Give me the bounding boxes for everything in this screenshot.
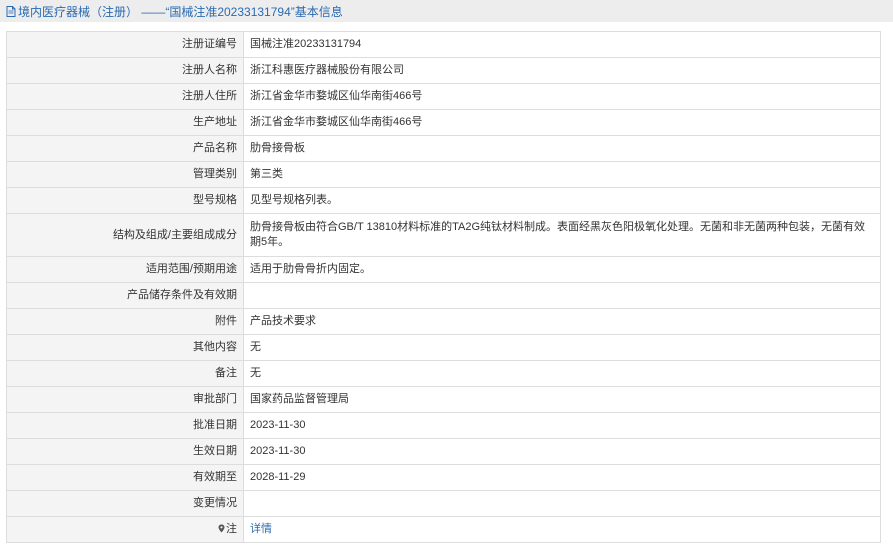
table-row: 适用范围/预期用途 适用于肋骨骨折内固定。 <box>6 256 881 283</box>
field-label: 管理类别 <box>6 161 244 188</box>
field-label: 结构及组成/主要组成成分 <box>6 213 244 257</box>
table-row: 有效期至 2028-11-29 <box>6 464 881 491</box>
field-value: 2023-11-30 <box>243 412 881 439</box>
field-label: 生产地址 <box>6 109 244 136</box>
field-label: 注册人住所 <box>6 83 244 110</box>
field-label: 注册人名称 <box>6 57 244 84</box>
table-row: 批准日期 2023-11-30 <box>6 412 881 439</box>
field-label: 审批部门 <box>6 386 244 413</box>
field-value: 2028-11-29 <box>243 464 881 491</box>
table-row: 注册证编号 国械注准20233131794 <box>6 31 881 58</box>
table-row: 变更情况 <box>6 490 881 517</box>
table-row: 管理类别 第三类 <box>6 161 881 188</box>
field-value: 见型号规格列表。 <box>243 187 881 214</box>
field-value: 浙江科惠医疗器械股份有限公司 <box>243 57 881 84</box>
details-link[interactable]: 详情 <box>250 523 272 535</box>
table-row: 结构及组成/主要组成成分 肋骨接骨板由符合GB/T 13810材料标准的TA2G… <box>6 213 881 257</box>
field-label: 产品名称 <box>6 135 244 162</box>
field-label: 产品储存条件及有效期 <box>6 282 244 309</box>
table-row: 审批部门 国家药品监督管理局 <box>6 386 881 413</box>
field-value: 无 <box>243 360 881 387</box>
field-label: 有效期至 <box>6 464 244 491</box>
table-row: 产品储存条件及有效期 <box>6 282 881 309</box>
field-label: 备注 <box>6 360 244 387</box>
field-value: 国家药品监督管理局 <box>243 386 881 413</box>
field-label: 附件 <box>6 308 244 335</box>
field-value: 产品技术要求 <box>243 308 881 335</box>
field-value: 浙江省金华市婺城区仙华南街466号 <box>243 83 881 110</box>
table-row: 注册人名称 浙江科惠医疗器械股份有限公司 <box>6 57 881 84</box>
field-value <box>243 282 881 309</box>
field-value: 无 <box>243 334 881 361</box>
field-value: 国械注准20233131794 <box>243 31 881 58</box>
pin-icon <box>218 523 225 533</box>
field-value: 2023-11-30 <box>243 438 881 465</box>
field-label: 注册证编号 <box>6 31 244 58</box>
field-value <box>243 490 881 517</box>
page-title: 境内医疗器械（注册） ——“国械注准20233131794”基本信息 <box>18 4 343 19</box>
table-row: 生产地址 浙江省金华市婺城区仙华南街466号 <box>6 109 881 136</box>
field-label: 生效日期 <box>6 438 244 465</box>
field-value: 肋骨接骨板 <box>243 135 881 162</box>
info-table: 注册证编号 国械注准20233131794 注册人名称 浙江科惠医疗器械股份有限… <box>6 31 881 543</box>
note-row: 注 详情 <box>6 516 881 543</box>
note-label-cell: 注 <box>6 516 244 543</box>
field-value: 浙江省金华市婺城区仙华南街466号 <box>243 109 881 136</box>
field-label: 适用范围/预期用途 <box>6 256 244 283</box>
table-row: 注册人住所 浙江省金华市婺城区仙华南街466号 <box>6 83 881 110</box>
field-value: 第三类 <box>243 161 881 188</box>
page-header: 境内医疗器械（注册） ——“国械注准20233131794”基本信息 <box>0 0 893 22</box>
field-value: 肋骨接骨板由符合GB/T 13810材料标准的TA2G纯钛材料制成。表面经黑灰色… <box>243 213 881 257</box>
table-row: 备注 无 <box>6 360 881 387</box>
table-row: 附件 产品技术要求 <box>6 308 881 335</box>
note-value-cell: 详情 <box>243 516 881 543</box>
document-icon <box>6 5 16 17</box>
field-label: 变更情况 <box>6 490 244 517</box>
field-value: 适用于肋骨骨折内固定。 <box>243 256 881 283</box>
table-row: 产品名称 肋骨接骨板 <box>6 135 881 162</box>
table-row: 生效日期 2023-11-30 <box>6 438 881 465</box>
field-label: 型号规格 <box>6 187 244 214</box>
field-label: 批准日期 <box>6 412 244 439</box>
field-label: 其他内容 <box>6 334 244 361</box>
table-row: 其他内容 无 <box>6 334 881 361</box>
note-label: 注 <box>226 523 237 535</box>
table-row: 型号规格 见型号规格列表。 <box>6 187 881 214</box>
